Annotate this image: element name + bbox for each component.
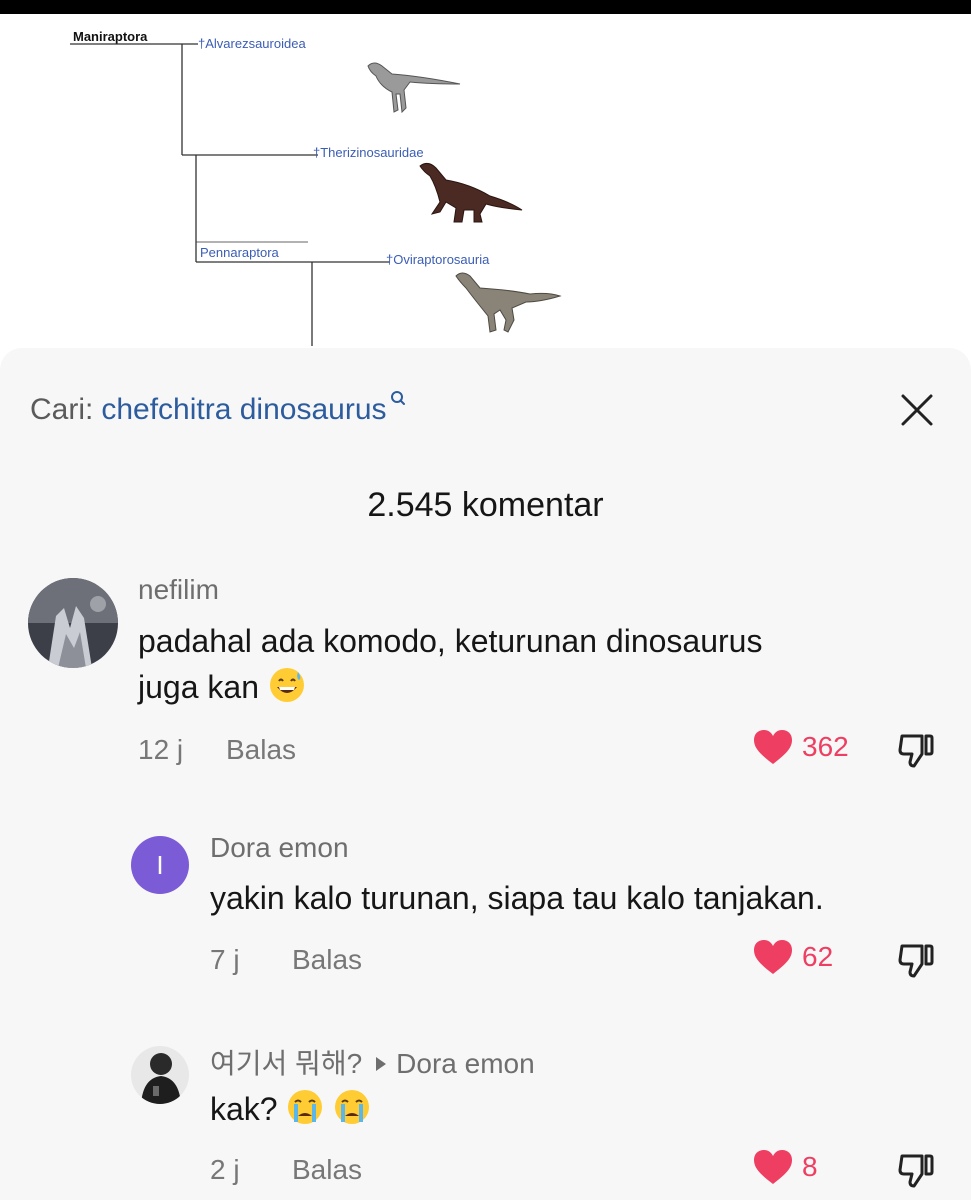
search-icon (390, 391, 405, 405)
grinning-sweat-emoji-icon (269, 668, 304, 702)
like-count: 62 (802, 941, 834, 972)
comment-text: kak? (210, 1086, 950, 1132)
reply-button[interactable]: Balas (292, 944, 362, 976)
dislike-icon[interactable] (894, 1148, 938, 1192)
like-button[interactable]: 8 (752, 1148, 818, 1186)
alvarezsaur-illustration (367, 62, 461, 114)
heart-icon (754, 940, 792, 974)
oviraptorosaur-illustration (455, 272, 562, 333)
avatar[interactable] (131, 1046, 189, 1104)
search-suggestion[interactable]: Cari: chefchitra dinosaurus (30, 388, 407, 432)
comment-username[interactable]: nefilim (138, 574, 219, 606)
taxon-alvarezsauroidea-label: †Alvarezsauroidea (198, 36, 306, 51)
avatar[interactable] (28, 578, 118, 668)
like-button[interactable]: 62 (752, 938, 833, 976)
avatar[interactable]: I (131, 836, 189, 894)
comment-text-line2: juga kan (138, 669, 259, 705)
search-query-link[interactable]: chefchitra dinosaurus (101, 388, 386, 432)
taxon-oviraptorosauria-label: †Oviraptorosauria (386, 252, 490, 267)
comment-time: 12 j (138, 734, 184, 765)
comment-text: padahal ada komodo, keturunan dinosaurus… (138, 618, 938, 710)
heart-icon (754, 730, 792, 764)
comments-sheet: Cari: chefchitra dinosaurus 2.545 koment… (0, 348, 971, 1200)
status-bar (0, 0, 971, 14)
reply-button[interactable]: Balas (226, 734, 296, 766)
comment-text-body: kak? (210, 1091, 278, 1127)
dislike-icon[interactable] (894, 728, 938, 772)
like-count: 8 (802, 1151, 818, 1182)
heart-icon (754, 1150, 792, 1184)
comment-time: 7 j (210, 944, 240, 975)
crying-face-emoji-icon (335, 1090, 370, 1124)
close-icon[interactable] (895, 388, 939, 432)
comments-count: 2.545 komentar (367, 486, 604, 524)
avatar-letter: I (156, 850, 164, 880)
taxon-therizinosauridae-label: †Therizinosauridae (313, 145, 424, 160)
search-prefix: Cari: (30, 393, 94, 426)
comment-text: yakin kalo turunan, siapa tau kalo tanja… (210, 880, 824, 916)
therizinosaur-illustration (419, 162, 523, 223)
crying-face-emoji-icon (288, 1090, 323, 1124)
like-count: 362 (802, 731, 849, 762)
comment-time: 2 j (210, 1154, 240, 1185)
reply-button[interactable]: Balas (292, 1154, 362, 1186)
cladogram-image: Maniraptora †Alvarezsauroidea †Therizino… (70, 29, 562, 346)
reply-author[interactable]: 여기서 뭐해? (210, 1048, 362, 1079)
clade-maniraptora-label: Maniraptora (73, 29, 148, 44)
like-button[interactable]: 362 (752, 728, 849, 766)
comment-username: 여기서 뭐해? Dora emon (210, 1042, 535, 1082)
reply-arrow-icon (376, 1057, 387, 1071)
dislike-icon[interactable] (894, 938, 938, 982)
reply-to-username[interactable]: Dora emon (396, 1048, 535, 1079)
comment-text-line1: padahal ada komodo, keturunan dinosaurus (138, 623, 763, 659)
comment-username[interactable]: Dora emon (210, 832, 349, 864)
clade-pennaraptora-label: Pennaraptora (200, 245, 280, 260)
